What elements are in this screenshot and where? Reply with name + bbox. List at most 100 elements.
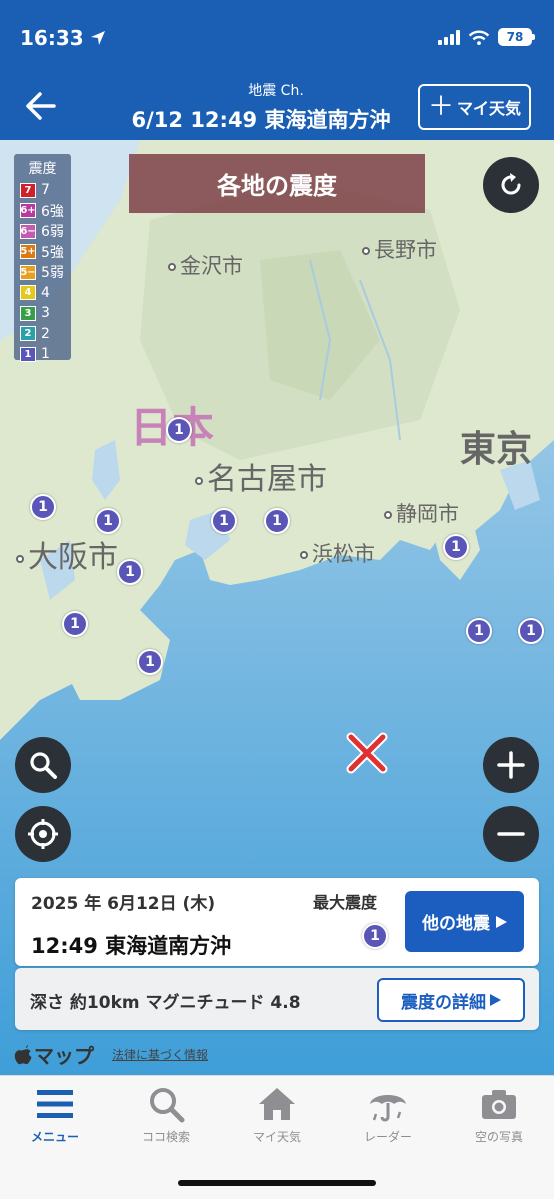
battery-icon: 78 <box>498 28 535 46</box>
intensity-marker[interactable]: 1 <box>518 618 544 644</box>
max-intensity-label: 最大震度 <box>313 893 378 912</box>
city-label-kanazawa: 金沢市 <box>168 250 243 280</box>
add-my-weather-button[interactable]: ＋ マイ天気 <box>418 84 531 130</box>
intensity-detail-label: 震度の詳細 <box>401 992 486 1013</box>
menu-icon <box>37 1090 73 1118</box>
other-quakes-label: 他の地震 <box>422 914 490 934</box>
city-label-osaka: 大阪市 <box>16 532 118 576</box>
triangle-right-icon <box>496 915 507 928</box>
intensity-marker[interactable]: 1 <box>137 649 163 675</box>
tab-radar[interactable]: レーダー <box>333 1084 443 1154</box>
quake-detail-card: 深さ 約10km マグニチュード 4.8 震度の詳細 <box>15 968 539 1030</box>
legend-label: 4 <box>41 284 50 301</box>
legend-row: 5+ 5強 <box>20 242 65 263</box>
quake-summary-card[interactable]: 2025 年 6月12日 (木) 最大震度 12:49 東海道南方沖 1 他の地… <box>15 878 539 966</box>
tab-label: ココ検索 <box>141 1130 190 1144</box>
legend-swatch: 1 <box>20 346 36 362</box>
tab-sky-photos[interactable]: 空の写真 <box>444 1084 554 1154</box>
city-label-nagoya: 名古屋市 <box>195 454 327 498</box>
legend-label: 6弱 <box>41 224 64 241</box>
legend-swatch: 6− <box>20 223 36 239</box>
tab-menu[interactable]: メニュー <box>0 1084 110 1154</box>
header: 16:33 78 地震 Ch. 6/12 12:49 東海道南方沖 ＋ マイ天気 <box>0 0 554 140</box>
legend-label: 3 <box>41 305 50 322</box>
legend-swatch: 5+ <box>20 244 36 260</box>
max-intensity-badge: 1 <box>362 923 388 949</box>
search-location-button[interactable] <box>15 737 71 793</box>
legend-swatch: 7 <box>20 182 36 198</box>
search-icon <box>150 1088 185 1123</box>
legend-swatch: 5− <box>20 264 36 280</box>
minus-icon <box>497 832 525 836</box>
home-indicator <box>178 1180 376 1186</box>
legend-label: 7 <box>41 182 50 199</box>
city-label-shizuoka: 静岡市 <box>384 498 459 528</box>
tab-search[interactable]: ココ検索 <box>111 1084 221 1154</box>
intensity-marker[interactable]: 1 <box>466 618 492 644</box>
intensity-marker[interactable]: 1 <box>166 417 192 443</box>
legend-row: 6− 6弱 <box>20 221 65 242</box>
wifi-icon <box>468 30 490 45</box>
search-icon <box>30 752 57 779</box>
epicenter-x-icon[interactable] <box>345 731 389 775</box>
intensity-legend: 震度 7 7 6+ 6強 6− 6弱 5+ 5強 5− 5弱 4 4 3 3 2 2 1 1 <box>14 154 71 362</box>
plus-icon <box>497 751 525 779</box>
refresh-button[interactable] <box>483 157 539 213</box>
my-weather-label: マイ天気 <box>457 99 522 118</box>
umbrella-icon <box>370 1095 406 1122</box>
tab-label: レーダー <box>363 1130 412 1144</box>
home-icon <box>259 1088 295 1120</box>
legend-row: 33 <box>20 303 65 324</box>
city-label-tokyo: 東京 <box>460 429 533 470</box>
quake-date: 2025 年 6月12日 (木) <box>31 894 216 914</box>
depth-magnitude: 深さ 約10km マグニチュード 4.8 <box>30 993 301 1013</box>
intensity-marker[interactable]: 1 <box>30 494 56 520</box>
legend-row: 11 <box>20 344 65 365</box>
city-dot <box>362 247 370 255</box>
tab-label: マイ天気 <box>252 1130 301 1144</box>
intensity-detail-button[interactable]: 震度の詳細 <box>377 978 525 1022</box>
city-dot <box>195 476 203 485</box>
legend-row: 5− 5弱 <box>20 262 65 283</box>
legend-label: 6強 <box>41 203 64 220</box>
legend-swatch: 3 <box>20 305 36 321</box>
intensity-marker[interactable]: 1 <box>264 508 290 534</box>
location-arrow-icon <box>91 31 105 45</box>
intensity-marker[interactable]: 1 <box>211 508 237 534</box>
city-label-hamamatsu: 浜松市 <box>300 538 375 568</box>
zoom-in-button[interactable] <box>483 737 539 793</box>
legend-label: 2 <box>41 325 50 342</box>
legend-row: 77 <box>20 180 65 201</box>
intensity-marker[interactable]: 1 <box>95 508 121 534</box>
refresh-icon <box>501 173 521 195</box>
intensity-marker[interactable]: 1 <box>443 534 469 560</box>
city-dot <box>384 511 392 519</box>
legend-label: 5弱 <box>41 265 64 282</box>
legend-swatch: 6+ <box>20 203 36 219</box>
legend-row: 22 <box>20 324 65 345</box>
legend-swatch: 2 <box>20 326 36 342</box>
apple-logo-icon <box>14 1044 32 1064</box>
maps-label: マップ <box>34 1044 94 1068</box>
intensity-marker[interactable]: 1 <box>62 611 88 637</box>
legend-row: 44 <box>20 283 65 304</box>
crosshair-icon <box>28 819 58 849</box>
city-dot <box>168 263 176 271</box>
camera-icon <box>482 1090 516 1119</box>
legend-swatch: 4 <box>20 285 36 301</box>
current-location-button[interactable] <box>15 806 71 862</box>
intensity-marker[interactable]: 1 <box>117 559 143 585</box>
zoom-out-button[interactable] <box>483 806 539 862</box>
city-label-nagano: 長野市 <box>362 234 437 264</box>
legend-label: 1 <box>41 346 50 363</box>
legend-row: 6+ 6強 <box>20 201 65 222</box>
quake-time-place: 12:49 東海道南方沖 <box>31 934 232 958</box>
intensity-banner: 各地の震度 <box>129 154 425 213</box>
tab-my-weather[interactable]: マイ天気 <box>222 1084 332 1154</box>
other-quakes-button[interactable]: 他の地震 <box>405 891 524 952</box>
status-time: 16:33 <box>20 26 84 50</box>
tab-label: メニュー <box>30 1130 79 1144</box>
legal-info-link[interactable]: 法律に基づく情報 <box>112 1046 208 1063</box>
status-indicators: 78 <box>438 28 535 46</box>
tab-label: 空の写真 <box>474 1130 523 1144</box>
